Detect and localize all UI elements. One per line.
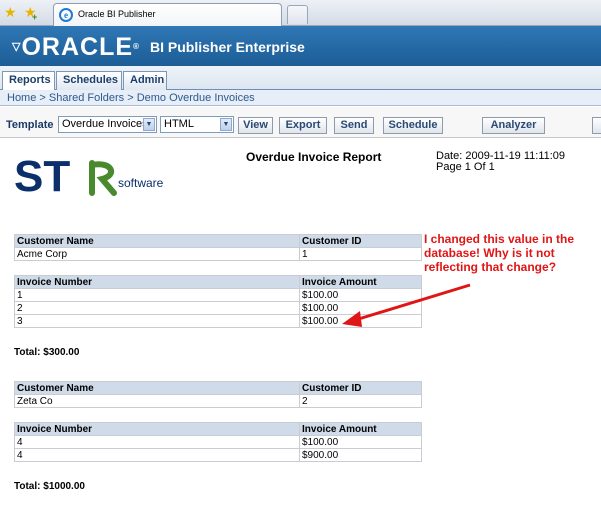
invoice-amount-cell: $900.00 xyxy=(299,448,422,462)
customer-id-header: Customer ID xyxy=(299,381,422,395)
breadcrumb-separator: > xyxy=(127,92,134,104)
new-tab-button[interactable] xyxy=(287,5,308,24)
tab-schedules[interactable]: Schedules xyxy=(56,71,122,90)
app-header: ▽ORACLE® BI Publisher Enterprise xyxy=(0,26,601,66)
invoice-table: Invoice Number Invoice Amount 4 $100.00 … xyxy=(14,422,422,462)
report-page-number: Page 1 Of 1 xyxy=(436,161,495,173)
invoice-amount-header: Invoice Amount xyxy=(299,275,422,289)
report-output: ST software Overdue Invoice Report Date:… xyxy=(0,139,601,513)
table-header-row: Invoice Number Invoice Amount xyxy=(14,275,422,289)
tab-reports[interactable]: Reports xyxy=(2,71,55,90)
favorites-star-icon[interactable]: ★ xyxy=(4,5,17,19)
customer-total: Total: $300.00 xyxy=(14,347,80,358)
invoice-number-cell: 4 xyxy=(14,435,300,449)
product-name: BI Publisher Enterprise xyxy=(150,39,305,55)
add-favorite-icon[interactable]: ★ + xyxy=(24,5,37,22)
oracle-logo: ▽ORACLE® xyxy=(12,33,140,61)
invoice-number-cell: 2 xyxy=(14,301,300,315)
report-title: Overdue Invoice Report xyxy=(246,150,382,164)
ie-page-icon: e xyxy=(59,8,73,22)
invoice-amount-cell: $100.00 xyxy=(299,288,422,302)
format-select-value: HTML xyxy=(164,118,194,130)
invoice-number-cell: 3 xyxy=(14,314,300,328)
customer-name-cell: Zeta Co xyxy=(14,394,300,408)
breadcrumb: Home > Shared Folders > Demo Overdue Inv… xyxy=(0,90,601,106)
view-button[interactable]: View xyxy=(238,117,273,134)
table-header-row: Customer Name Customer ID xyxy=(14,381,422,395)
analyzer-button[interactable]: Analyzer xyxy=(482,117,545,134)
annotation-line: I changed this value in the xyxy=(424,232,575,246)
table-header-row: Invoice Number Invoice Amount xyxy=(14,422,422,436)
invoice-number-cell: 1 xyxy=(14,288,300,302)
report-toolbar: Template Overdue Invoices ▼ HTML ▼ View … xyxy=(0,107,601,138)
toolbar-overflow-button[interactable] xyxy=(592,117,601,134)
customer-table: Customer Name Customer ID Zeta Co 2 xyxy=(14,381,422,408)
export-button[interactable]: Export xyxy=(279,117,327,134)
annotation-line: database! Why is it not xyxy=(424,246,555,260)
browser-tab-strip: ★ ★ + e Oracle BI Publisher xyxy=(0,0,601,26)
invoice-number-header: Invoice Number xyxy=(14,422,300,436)
table-row: Acme Corp 1 xyxy=(14,247,422,261)
table-row: 4 $900.00 xyxy=(14,448,422,462)
browser-tab-title: Oracle BI Publisher xyxy=(78,9,156,19)
tab-admin[interactable]: Admin xyxy=(123,71,167,90)
template-select[interactable]: Overdue Invoices ▼ xyxy=(58,116,157,133)
customer-table: Customer Name Customer ID Acme Corp 1 xyxy=(14,234,422,261)
table-row: 2 $100.00 xyxy=(14,301,422,315)
send-button[interactable]: Send xyxy=(334,117,374,134)
customer-id-cell: 1 xyxy=(299,247,422,261)
chevron-down-icon[interactable]: ▼ xyxy=(143,118,155,131)
customer-name-header: Customer Name xyxy=(14,234,300,248)
template-select-value: Overdue Invoices xyxy=(62,118,148,130)
customer-total: Total: $1000.00 xyxy=(14,481,85,492)
schedule-button[interactable]: Schedule xyxy=(383,117,443,134)
str-logo-sub: software xyxy=(118,176,164,190)
table-row: 1 $100.00 xyxy=(14,288,422,302)
invoice-amount-cell: $100.00 xyxy=(299,314,422,328)
browser-tab-active[interactable]: e Oracle BI Publisher xyxy=(53,3,282,26)
annotation-callout: I changed this value in the database! Wh… xyxy=(424,232,601,274)
customer-id-header: Customer ID xyxy=(299,234,422,248)
invoice-number-cell: 4 xyxy=(14,448,300,462)
table-header-row: Customer Name Customer ID xyxy=(14,234,422,248)
str-software-logo: ST software xyxy=(14,151,184,207)
table-row: Zeta Co 2 xyxy=(14,394,422,408)
chevron-down-icon[interactable]: ▼ xyxy=(220,118,232,131)
table-row: 3 $100.00 xyxy=(14,314,422,328)
table-row: 4 $100.00 xyxy=(14,435,422,449)
invoice-amount-header: Invoice Amount xyxy=(299,422,422,436)
template-label: Template xyxy=(6,119,54,131)
str-logo-graphic: ST software xyxy=(14,152,164,201)
invoice-amount-cell: $100.00 xyxy=(299,435,422,449)
main-tabs: Reports Schedules Admin xyxy=(0,66,601,90)
annotation-line: reflecting that change? xyxy=(424,260,557,274)
customer-name-header: Customer Name xyxy=(14,381,300,395)
breadcrumb-shared-folders[interactable]: Shared Folders xyxy=(49,92,124,104)
customer-name-cell: Acme Corp xyxy=(14,247,300,261)
breadcrumb-report[interactable]: Demo Overdue Invoices xyxy=(137,92,255,104)
format-select[interactable]: HTML ▼ xyxy=(160,116,234,133)
str-logo-letters: ST xyxy=(14,152,70,201)
invoice-number-header: Invoice Number xyxy=(14,275,300,289)
invoice-table: Invoice Number Invoice Amount 1 $100.00 … xyxy=(14,275,422,328)
invoice-amount-cell: $100.00 xyxy=(299,301,422,315)
breadcrumb-separator: > xyxy=(39,92,46,104)
breadcrumb-home[interactable]: Home xyxy=(7,92,36,104)
customer-id-cell: 2 xyxy=(299,394,422,408)
